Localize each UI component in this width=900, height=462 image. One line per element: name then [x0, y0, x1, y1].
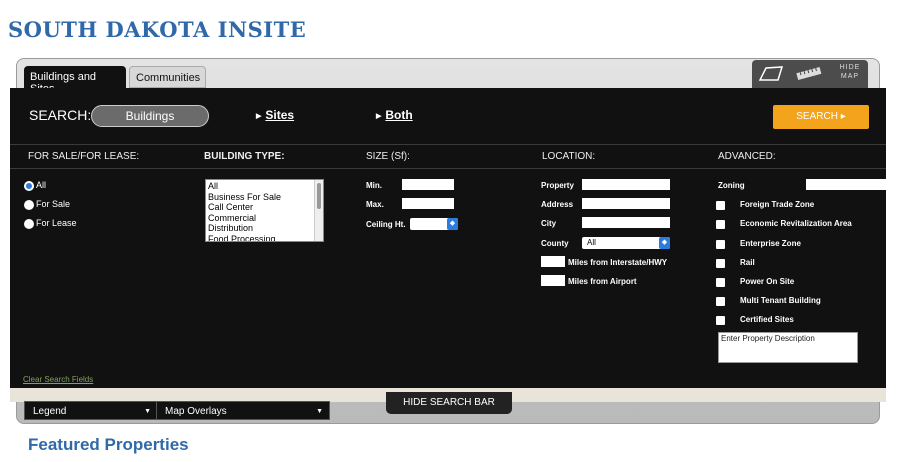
hide-map-label-1: HIDE [839, 64, 861, 71]
rail-label: Rail [740, 258, 755, 267]
chevron-down-icon: ▼ [144, 408, 151, 415]
foreign-trade-zone-label: Foreign Trade Zone [740, 200, 815, 209]
search-panel: SEARCH: Buildings ▶ Sites ▶ Both SEARCH ▸ … [10, 88, 886, 388]
checkbox-multi-tenant[interactable] [716, 297, 725, 306]
search-label: SEARCH: [29, 107, 92, 123]
county-label: County [541, 239, 569, 248]
list-item[interactable]: Call Center [208, 202, 321, 213]
economic-revitalization-label: Economic Revitalization Area [740, 219, 852, 228]
address-input[interactable] [582, 198, 670, 209]
chevron-down-icon: ▼ [316, 408, 323, 415]
list-item[interactable]: Business For Sale [208, 192, 321, 203]
both-link-label: Both [385, 108, 413, 122]
ceiling-height-select[interactable]: ◆ [410, 218, 458, 230]
checkbox-power-on-site[interactable] [716, 278, 725, 287]
list-item[interactable]: Food Processing [208, 234, 321, 242]
map-overlays-dropdown[interactable]: Map Overlays ▼ [156, 401, 330, 420]
building-type-list[interactable]: All Business For Sale Call Center Commer… [205, 179, 324, 242]
radio-for-sale-label: For Sale [36, 199, 71, 209]
search-mode-sites[interactable]: ▶ Sites [256, 108, 294, 122]
miles-airport-label: Miles from Airport [568, 277, 637, 286]
sites-link-label: Sites [265, 108, 295, 122]
certified-sites-label: Certified Sites [740, 315, 794, 324]
miles-interstate-label: Miles from Interstate/HWY [568, 258, 668, 267]
divider [10, 168, 886, 169]
featured-properties-heading: Featured Properties [28, 435, 189, 454]
column-head-size: SIZE (Sf): [366, 151, 410, 162]
zoning-label: Zoning [718, 181, 745, 190]
county-select-value: All [587, 238, 596, 247]
arrow-right-icon: ▸ [840, 111, 846, 122]
city-label: City [541, 219, 557, 228]
scrollbar[interactable] [314, 180, 323, 241]
search-mode-buildings[interactable]: Buildings [91, 105, 209, 127]
list-item[interactable]: Commercial [208, 213, 321, 224]
checkbox-enterprise-zone[interactable] [716, 240, 725, 249]
caret-right-icon: ▶ [376, 112, 382, 120]
legend-dropdown-label: Legend [33, 406, 67, 417]
hide-map-button[interactable]: HIDE MAP [834, 63, 866, 81]
checkbox-foreign-trade-zone[interactable] [716, 201, 725, 210]
radio-all-label: All [36, 180, 47, 190]
list-item[interactable]: All [208, 181, 321, 192]
hide-search-bar-button[interactable]: HIDE SEARCH BAR [386, 392, 512, 414]
search-mode-both[interactable]: ▶ Both [376, 108, 413, 122]
zoning-input[interactable] [806, 179, 886, 190]
site-title: SOUTH DAKOTA INSITE [8, 17, 307, 42]
county-select[interactable]: All ◆ [582, 237, 670, 249]
caret-right-icon: ▶ [256, 112, 262, 120]
radio-for-lease[interactable]: For Lease [24, 217, 77, 229]
radio-icon [24, 218, 34, 229]
miles-airport-input[interactable] [541, 275, 565, 286]
miles-interstate-input[interactable] [541, 256, 565, 267]
column-head-type: BUILDING TYPE: [204, 151, 285, 162]
search-button-label: SEARCH [796, 111, 838, 122]
radio-icon [24, 199, 34, 210]
city-input[interactable] [582, 217, 670, 228]
tab-communities[interactable]: Communities ▾ [129, 66, 206, 95]
checkbox-rail[interactable] [716, 259, 725, 268]
tab-communities-label: Communities [136, 72, 201, 84]
address-label: Address [541, 200, 574, 209]
property-label: Property [541, 181, 574, 190]
radio-all[interactable]: All [24, 179, 46, 191]
radio-icon [24, 180, 34, 191]
tab-buildings-and-sites[interactable]: Buildings and Sites ▴ [24, 66, 126, 95]
clear-search-link[interactable]: Clear Search Fields [23, 375, 93, 384]
checkbox-certified-sites[interactable] [716, 316, 725, 325]
multi-tenant-label: Multi Tenant Building [740, 296, 821, 305]
map-overlays-label: Map Overlays [165, 406, 227, 417]
divider [10, 144, 886, 145]
power-on-site-label: Power On Site [740, 277, 795, 286]
size-min-label: Min. [366, 181, 382, 190]
search-button[interactable]: SEARCH ▸ [773, 105, 869, 129]
legend-dropdown[interactable]: Legend ▼ [24, 401, 158, 420]
scrollbar-thumb[interactable] [317, 183, 321, 209]
updown-icon: ◆ [659, 237, 670, 249]
property-input[interactable] [582, 179, 670, 190]
list-item[interactable]: Distribution [208, 223, 321, 234]
property-description-field[interactable]: Enter Property Description [718, 332, 858, 363]
draw-polygon-icon[interactable] [752, 60, 790, 88]
column-head-sale: FOR SALE/FOR LEASE: [28, 151, 140, 162]
size-max-input[interactable] [402, 198, 454, 209]
ruler-icon[interactable] [790, 60, 828, 88]
size-min-input[interactable] [402, 179, 454, 190]
ceiling-height-label: Ceiling Ht. [366, 220, 406, 229]
column-head-advanced: ADVANCED: [718, 151, 776, 162]
radio-for-sale[interactable]: For Sale [24, 198, 70, 210]
checkbox-economic-revitalization[interactable] [716, 220, 725, 229]
column-head-location: LOCATION: [542, 151, 596, 162]
enterprise-zone-label: Enterprise Zone [740, 239, 801, 248]
updown-icon: ◆ [447, 218, 458, 230]
hide-map-label-2: MAP [840, 73, 860, 80]
radio-for-lease-label: For Lease [36, 218, 77, 228]
size-max-label: Max. [366, 200, 384, 209]
